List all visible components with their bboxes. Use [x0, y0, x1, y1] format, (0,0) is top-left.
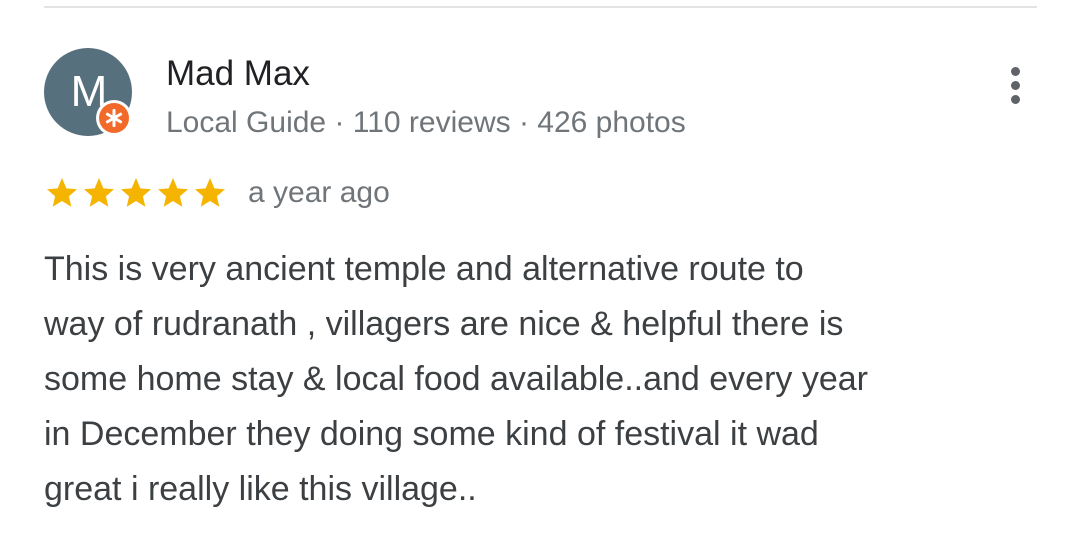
local-guide-badge-icon — [96, 100, 132, 136]
review-text-line: in December they doing some kind of fest… — [44, 415, 819, 453]
star-icon — [81, 175, 117, 211]
author-meta: Local Guide · 110 reviews · 426 photos — [166, 106, 686, 139]
star-rating — [44, 175, 228, 211]
star-icon — [155, 175, 191, 211]
author-name[interactable]: Mad Max — [166, 54, 310, 94]
review-time: a year ago — [248, 176, 390, 209]
more-options-button[interactable] — [996, 60, 1036, 112]
avatar[interactable]: M — [44, 48, 134, 138]
review-text-line: some home stay & local food available..a… — [44, 360, 869, 398]
review-text-line: This is very ancient temple and alternat… — [44, 250, 804, 288]
star-icon — [44, 175, 80, 211]
rating-row: a year ago — [44, 172, 390, 214]
divider — [44, 6, 1037, 8]
review-text: This is very ancient temple and alternat… — [44, 242, 984, 517]
review-text-line: way of rudranath , villagers are nice & … — [44, 305, 844, 343]
review-text-line: great i really like this village.. — [44, 470, 477, 508]
review-card: M Mad Max Local Guide · 110 reviews · 42… — [0, 0, 1080, 545]
more-vertical-icon — [1011, 67, 1020, 76]
star-icon — [192, 175, 228, 211]
star-icon — [118, 175, 154, 211]
